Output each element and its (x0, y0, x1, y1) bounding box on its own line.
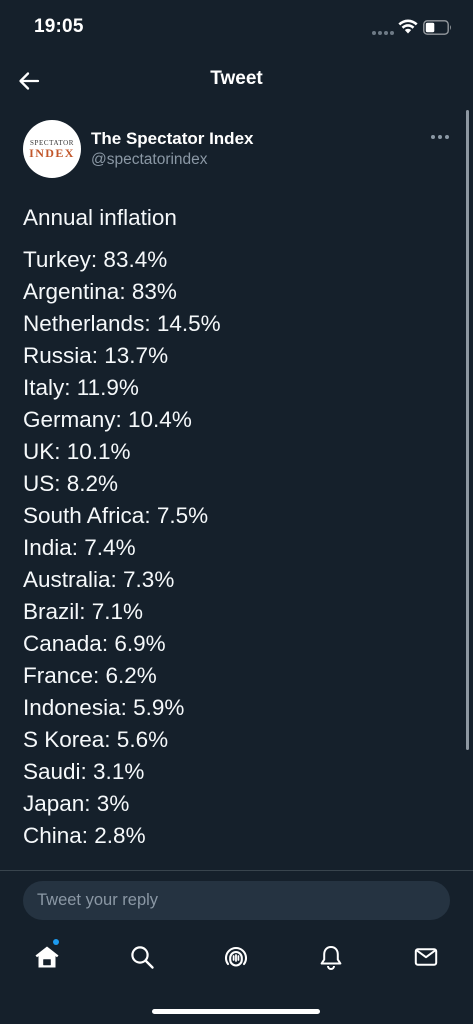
tweet-line: China: 2.8% (23, 823, 146, 848)
mail-icon (414, 948, 438, 966)
tab-home[interactable] (31, 941, 63, 973)
battery-icon (423, 20, 451, 35)
status-time: 19:05 (34, 16, 84, 37)
tweet-line: Russia: 13.7% (23, 343, 169, 368)
divider (0, 870, 473, 871)
page-title: Tweet (210, 68, 263, 89)
tweet-line: France: 6.2% (23, 663, 157, 688)
tweet-line: Netherlands: 14.5% (23, 311, 221, 336)
home-icon (35, 946, 59, 968)
tweet-line: Indonesia: 5.9% (23, 695, 185, 720)
tweet-line: UK: 10.1% (23, 439, 131, 464)
home-notification-dot (53, 939, 59, 945)
tweet-line: US: 8.2% (23, 471, 119, 496)
reply-input[interactable] (23, 881, 450, 920)
tweet-line: Saudi: 3.1% (23, 759, 145, 784)
spaces-icon (225, 947, 247, 967)
more-dots-icon (431, 135, 435, 139)
tweet-line: S Korea: 5.6% (23, 727, 169, 752)
status-bar: 19:05 (0, 0, 473, 56)
tweet-line: Turkey: 83.4% (23, 247, 168, 272)
tweet-line: India: 7.4% (23, 535, 136, 560)
scrollbar[interactable] (466, 110, 469, 750)
tab-spaces[interactable] (220, 941, 252, 973)
wifi-icon (398, 19, 418, 34)
tab-messages[interactable] (410, 941, 442, 973)
author-name[interactable]: The Spectator Index (91, 129, 253, 149)
tweet-line: South Africa: 7.5% (23, 503, 209, 528)
tab-notifications[interactable] (315, 941, 347, 973)
tweet-line: Argentina: 83% (23, 279, 177, 304)
tweet-line: Canada: 6.9% (23, 631, 166, 656)
tweet-heading: Annual inflation (23, 205, 177, 230)
tab-bar (0, 935, 473, 979)
more-options-button[interactable] (428, 128, 452, 146)
bell-icon (320, 946, 342, 970)
tweet-line: Italy: 11.9% (23, 375, 139, 400)
nav-header: Tweet (0, 56, 473, 106)
tweet-line: Brazil: 7.1% (23, 599, 144, 624)
tweet-line: Germany: 10.4% (23, 407, 192, 432)
tab-search[interactable] (126, 941, 158, 973)
tweet-line: Australia: 7.3% (23, 567, 175, 592)
home-indicator[interactable] (152, 1009, 320, 1014)
search-icon (131, 946, 154, 969)
tweet-line: Japan: 3% (23, 791, 130, 816)
avatar[interactable]: SPECTATOR INDEX (23, 120, 81, 178)
author-handle[interactable]: @spectatorindex (91, 151, 208, 169)
cellular-signal-icon (372, 31, 394, 35)
tweet-text-list: Turkey: 83.4% Argentina: 83% Netherlands… (23, 244, 221, 852)
avatar-logo-bottom: INDEX (29, 146, 75, 160)
